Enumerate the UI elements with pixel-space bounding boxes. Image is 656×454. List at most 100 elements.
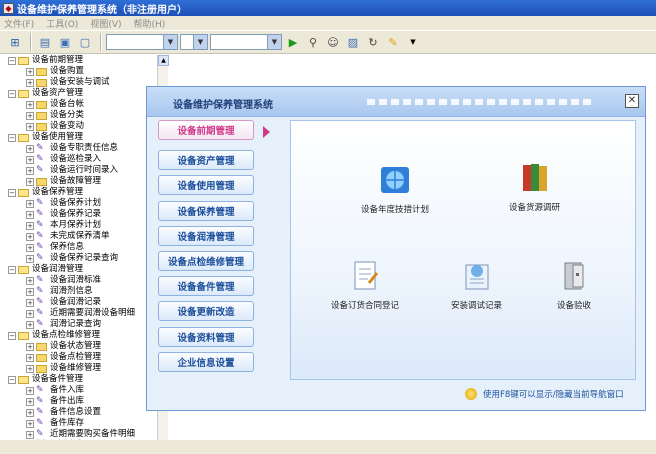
expand-icon[interactable]: + (26, 386, 34, 395)
collapse-icon[interactable]: − (8, 375, 16, 384)
play-icon[interactable]: ▶ (284, 33, 302, 51)
expand-icon[interactable]: + (26, 210, 34, 219)
tree-group[interactable]: − 设备资产管理 (0, 88, 167, 99)
photo-icon[interactable]: ▨ (344, 33, 362, 51)
nav-button-documents[interactable]: 设备资料管理 (158, 327, 254, 347)
expand-icon[interactable]: + (26, 122, 34, 131)
expand-icon[interactable]: + (26, 364, 34, 373)
monitor-icon[interactable]: ▢ (76, 33, 94, 51)
expand-icon[interactable]: + (26, 199, 34, 208)
tree-group[interactable]: − 设备保养管理 (0, 187, 167, 198)
function-order-contract[interactable]: 设备订货合同登记 (331, 259, 399, 311)
expand-icon[interactable]: + (26, 78, 34, 87)
nav-button-assets[interactable]: 设备资产管理 (158, 150, 254, 170)
expand-icon[interactable]: + (26, 243, 34, 252)
expand-icon[interactable]: + (26, 276, 34, 285)
collapse-icon[interactable]: − (8, 331, 16, 340)
tree-item[interactable]: + ✎ 设备润滑标准 (0, 275, 167, 286)
tree-toggle-icon[interactable]: ⊞ (6, 33, 24, 51)
tree-item[interactable]: + ✎ 备件库存 (0, 418, 167, 429)
edit-icon[interactable]: ✎ (384, 33, 402, 51)
scroll-up-icon[interactable]: ▲ (158, 55, 169, 66)
tree-item[interactable]: + ✎ 润滑记录查询 (0, 319, 167, 330)
function-acceptance[interactable]: 设备验收 (556, 259, 592, 311)
nav-button-renovation[interactable]: 设备更新改造 (158, 301, 254, 321)
expand-icon[interactable]: + (26, 287, 34, 296)
expand-icon[interactable]: + (26, 419, 34, 428)
refresh-icon[interactable]: ↻ (364, 33, 382, 51)
nav-button-maintenance[interactable]: 设备保养管理 (158, 201, 254, 221)
function-installation-log[interactable]: 安装调试记录 (451, 259, 502, 311)
menu-view[interactable]: 视图(V) (90, 17, 121, 30)
tree-item[interactable]: + 设备分类 (0, 110, 167, 121)
close-icon[interactable]: ✕ (625, 94, 639, 108)
expand-icon[interactable]: + (26, 232, 34, 241)
menu-file[interactable]: 文件(F) (4, 17, 34, 30)
collapse-icon[interactable]: − (8, 133, 16, 142)
tree-item[interactable]: + 设备安装与调试 (0, 77, 167, 88)
collapse-icon[interactable]: − (8, 188, 16, 197)
nav-button-spare-parts[interactable]: 设备备件管理 (158, 276, 254, 296)
expand-icon[interactable]: + (26, 309, 34, 318)
tree-group[interactable]: − 设备备件管理 (0, 374, 167, 385)
nav-button-lubrication[interactable]: 设备润滑管理 (158, 226, 254, 246)
tree-item[interactable]: + ✎ 设备保养记录 (0, 209, 167, 220)
menu-help[interactable]: 帮助(H) (134, 17, 166, 30)
expand-icon[interactable]: + (26, 177, 34, 186)
nav-button-company[interactable]: 企业信息设置 (158, 352, 254, 372)
tree-item[interactable]: + ✎ 设备保养记录查询 (0, 253, 167, 264)
tree-item[interactable]: + ✎ 润滑剂信息 (0, 286, 167, 297)
expand-icon[interactable]: + (26, 166, 34, 175)
tree-item[interactable]: + ✎ 本月保养计划 (0, 220, 167, 231)
expand-icon[interactable]: + (26, 144, 34, 153)
tree-item[interactable]: + ✎ 近期需要润滑设备明细 (0, 308, 167, 319)
expand-icon[interactable]: + (26, 254, 34, 263)
tree-item[interactable]: + 设备变动 (0, 121, 167, 132)
expand-icon[interactable]: + (26, 430, 34, 439)
filter-select-2[interactable]: ▼ (180, 34, 208, 50)
tree-group[interactable]: − 设备点检维修管理 (0, 330, 167, 341)
expand-icon[interactable]: + (26, 353, 34, 362)
tree-item[interactable]: + ✎ 设备专职责任信息 (0, 143, 167, 154)
users-icon[interactable]: ☺ (324, 33, 342, 51)
expand-icon[interactable]: + (26, 221, 34, 230)
user-search-icon[interactable]: ⚲ (304, 33, 322, 51)
collapse-icon[interactable]: − (8, 89, 16, 98)
tree-item[interactable]: + 设备状态管理 (0, 341, 167, 352)
filter-select-3[interactable]: ▼ (210, 34, 282, 50)
tree-item[interactable]: + ✎ 备件出库 (0, 396, 167, 407)
tree-item[interactable]: + 设备台帐 (0, 99, 167, 110)
tree-item[interactable]: + ✎ 保养信息 (0, 242, 167, 253)
collapse-icon[interactable]: − (8, 265, 16, 274)
expand-icon[interactable]: + (26, 320, 34, 329)
expand-icon[interactable]: + (26, 111, 34, 120)
chevron-down-icon[interactable]: ▼ (404, 33, 422, 51)
tree-item[interactable]: + 设备购置 (0, 66, 167, 77)
tree-item[interactable]: + 设备故障管理 (0, 176, 167, 187)
tree-item[interactable]: + ✎ 未完成保养清单 (0, 231, 167, 242)
expand-icon[interactable]: + (26, 298, 34, 307)
tree-item[interactable]: + ✎ 设备润滑记录 (0, 297, 167, 308)
tree-group[interactable]: − 设备前期管理 (0, 55, 167, 66)
expand-icon[interactable]: + (26, 408, 34, 417)
tree-item[interactable]: + ✎ 设备运行时间录入 (0, 165, 167, 176)
menu-tools[interactable]: 工具(O) (46, 17, 78, 30)
expand-icon[interactable]: + (26, 397, 34, 406)
expand-icon[interactable]: + (26, 100, 34, 109)
nav-button-usage[interactable]: 设备使用管理 (158, 175, 254, 195)
tree-group[interactable]: − 设备使用管理 (0, 132, 167, 143)
function-annual-plan[interactable]: 设备年度技措计划 (361, 163, 429, 215)
function-source-research[interactable]: 设备货源调研 (509, 161, 560, 213)
tree-item[interactable]: + 设备点检管理 (0, 352, 167, 363)
tree-item[interactable]: + ✎ 设备保养计划 (0, 198, 167, 209)
tree-item[interactable]: + ✎ 近期需要购买备件明细 (0, 429, 167, 440)
nav-button-inspection[interactable]: 设备点检维修管理 (158, 251, 254, 271)
collapse-icon[interactable]: − (8, 56, 16, 65)
tree-item[interactable]: + ✎ 备件入库 (0, 385, 167, 396)
nav-button-prophase[interactable]: 设备前期管理 (158, 120, 254, 140)
window-icon[interactable]: ▣ (56, 33, 74, 51)
tree-group[interactable]: − 设备润滑管理 (0, 264, 167, 275)
tree-item[interactable]: + 设备维修管理 (0, 363, 167, 374)
expand-icon[interactable]: + (26, 67, 34, 76)
tree-item[interactable]: + ✎ 备件信息设置 (0, 407, 167, 418)
